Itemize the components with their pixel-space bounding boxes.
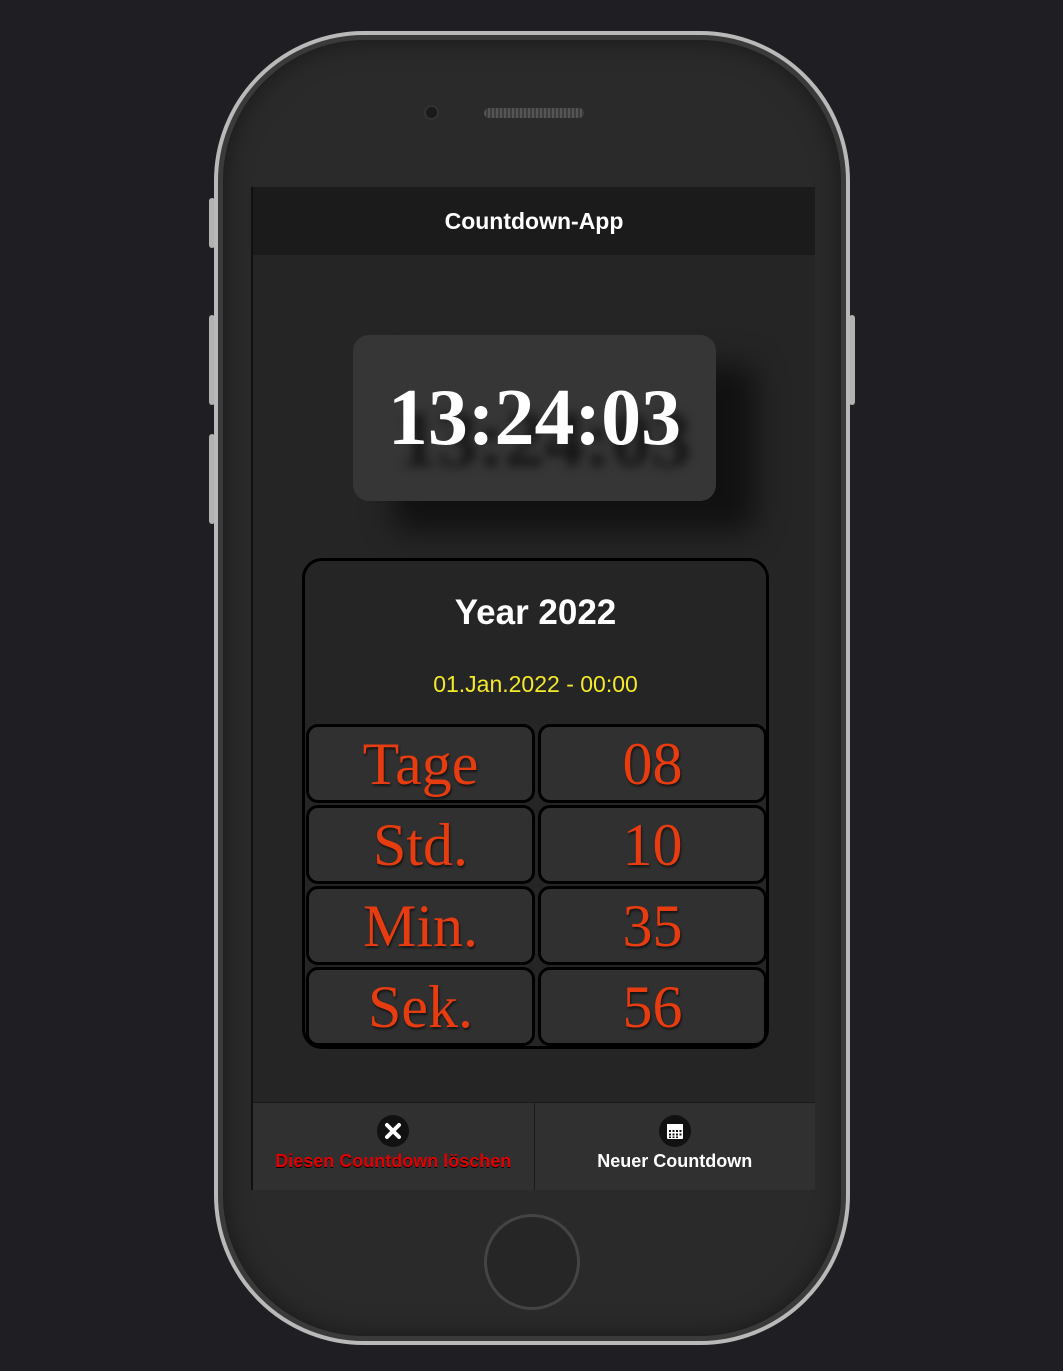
countdown-grid: Tage 08 Std. 10 Min. 35 Sek. 56: [306, 724, 767, 1048]
page: Countdown-App 13:24:03 Year 2022 01.Jan.…: [0, 0, 1063, 1371]
footer-toolbar: Diesen Countdown löschen Neuer Countdown: [253, 1102, 815, 1190]
minutes-value: 35: [538, 886, 767, 965]
app-header: Countdown-App: [253, 187, 815, 255]
countdown-title: Year 2022: [454, 593, 617, 632]
front-camera: [426, 107, 437, 118]
close-circle-icon: [377, 1115, 410, 1147]
countdown-row-minutes: Min. 35: [306, 886, 767, 967]
home-button: [484, 1214, 580, 1310]
new-countdown-label: Neuer Countdown: [597, 1151, 753, 1171]
delete-countdown-label: Diesen Countdown löschen: [275, 1151, 512, 1171]
days-value: 08: [538, 724, 767, 803]
minutes-label: Min.: [306, 886, 535, 965]
app-screen: Countdown-App 13:24:03 Year 2022 01.Jan.…: [251, 187, 815, 1190]
days-label: Tage: [306, 724, 535, 803]
hours-label: Std.: [306, 805, 535, 884]
seconds-label: Sek.: [306, 967, 535, 1046]
hours-value: 10: [538, 805, 767, 884]
delete-countdown-button[interactable]: Diesen Countdown löschen: [253, 1103, 534, 1190]
app-title: Countdown-App: [444, 207, 624, 234]
seconds-value: 56: [538, 967, 767, 1046]
countdown-target-date: 01.Jan.2022 - 00:00: [433, 671, 638, 697]
current-time: 13:24:03: [387, 373, 682, 462]
current-time-panel: 13:24:03: [353, 335, 716, 501]
earpiece-speaker: [484, 108, 584, 118]
countdown-row-seconds: Sek. 56: [306, 967, 767, 1048]
new-countdown-button[interactable]: Neuer Countdown: [533, 1103, 815, 1190]
calendar-icon: [658, 1115, 691, 1147]
countdown-card: Year 2022 01.Jan.2022 - 00:00 Tage 08 St…: [302, 558, 769, 1049]
countdown-row-hours: Std. 10: [306, 805, 767, 886]
countdown-row-days: Tage 08: [306, 724, 767, 805]
